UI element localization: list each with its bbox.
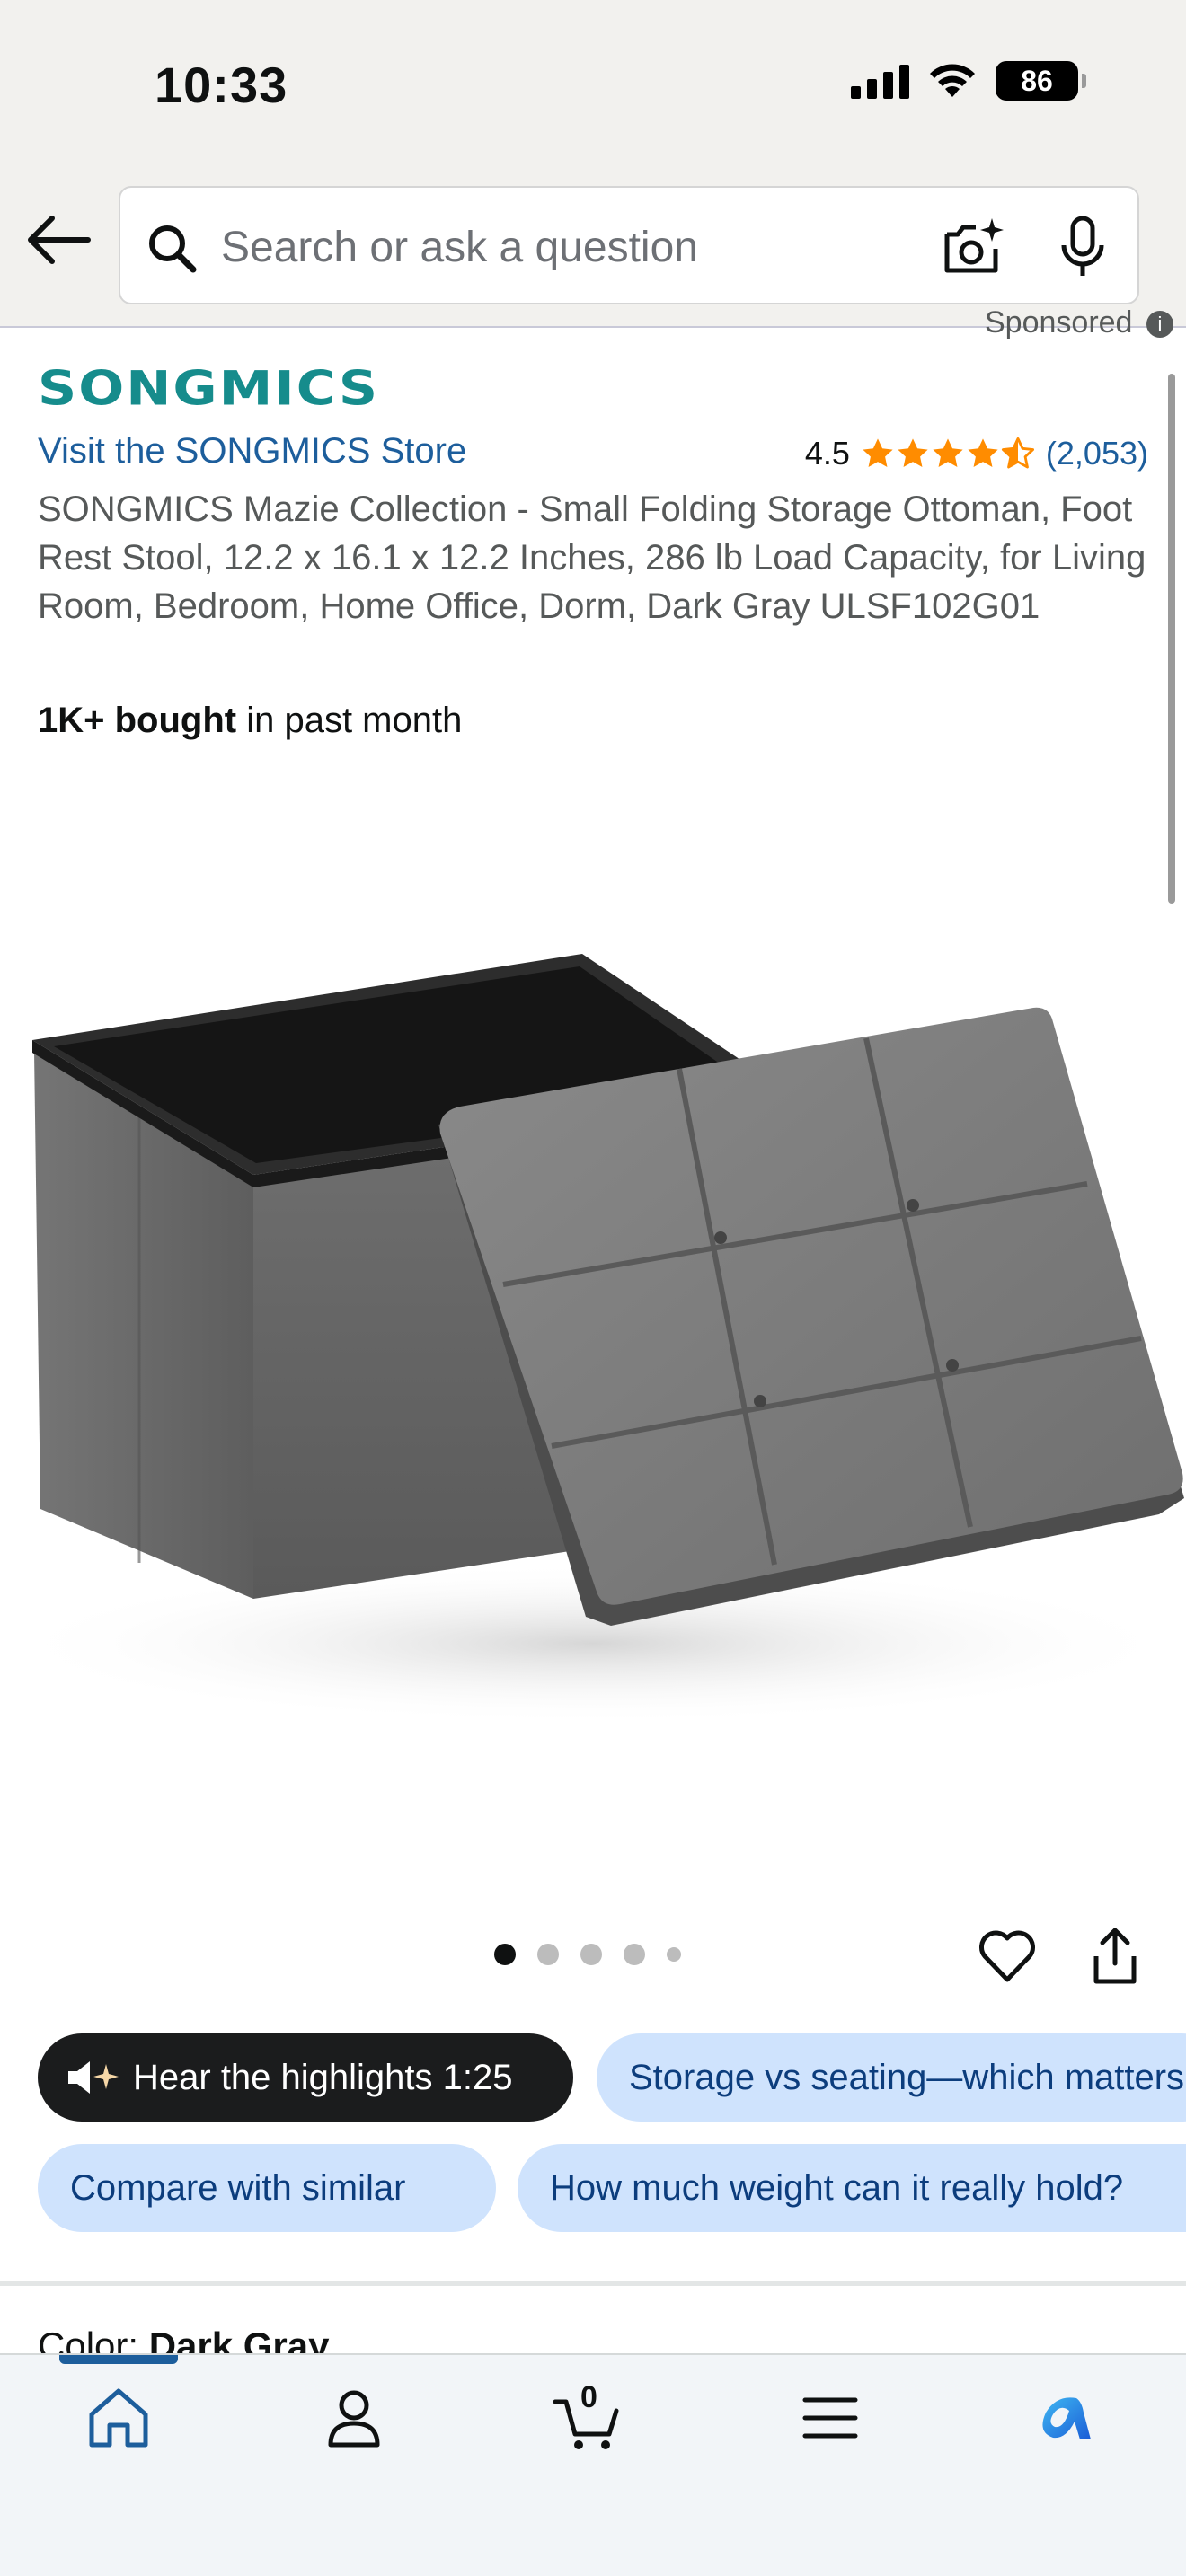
question-chip[interactable]: How much weight can it really hold? [518,2144,1186,2232]
section-divider [0,2281,1186,2286]
sponsored-label[interactable]: Sponsored i [985,305,1173,340]
carousel-dot[interactable] [494,1944,516,1965]
cart-count: 0 [580,2380,597,2414]
brand-logo[interactable]: SONGMICS [38,361,379,417]
product-page: 10:33 86 Search or ask a question Sponso… [0,0,1186,2576]
cellular-signal-icon [851,63,909,99]
visit-store-link[interactable]: Visit the SONGMICS Store [38,431,466,472]
star-full-icon [898,438,928,468]
hear-highlights-label: Hear the highlights 1:25 [133,2057,513,2097]
carousel-dot[interactable] [580,1944,602,1965]
wifi-icon [930,64,975,97]
nav-active-indicator [59,2355,178,2364]
rating-summary[interactable]: 4.5 (2,053) [805,435,1148,472]
heart-icon[interactable] [978,1928,1037,1987]
question-chip-label: How much weight can it really hold? [550,2167,1124,2208]
status-icons: 86 [851,61,1086,101]
cart-button[interactable]: 0 [552,2380,624,2454]
carousel-dot[interactable] [667,1947,681,1962]
question-chip-label: Storage vs seating—which matters [629,2057,1185,2097]
back-arrow-icon[interactable] [22,202,97,278]
star-full-icon [933,438,963,468]
search-icon [149,225,197,273]
scrollbar[interactable] [1168,374,1175,904]
carousel-dot[interactable] [537,1944,559,1965]
speaker-sparkle-icon [68,2061,119,2094]
rating-value: 4.5 [804,435,850,472]
status-bar: 10:33 86 [0,0,1186,166]
bought-count: 1K+ bought [38,701,237,740]
product-title: SONGMICS Mazie Collection - Small Foldin… [38,490,1146,626]
image-carousel-dots[interactable] [494,1944,681,1965]
star-rating [861,437,1035,471]
search-header [0,166,1186,328]
rating-count-link[interactable]: (2,053) [1046,435,1148,472]
product-image[interactable] [0,898,1186,1742]
star-half-icon [1001,437,1034,469]
home-icon[interactable] [83,2382,155,2454]
rufus-icon[interactable] [1030,2382,1102,2454]
share-icon[interactable] [1087,1926,1143,1987]
compare-similar-chip[interactable]: Compare with similar [38,2144,496,2232]
bought-period: in past month [236,701,463,740]
sponsored-text: Sponsored [985,305,1133,340]
search-input[interactable] [221,207,922,287]
hear-highlights-button[interactable]: Hear the highlights 1:25 [38,2033,573,2122]
bought-in-past-month: 1K+ bought in past month [38,701,462,741]
status-time: 10:33 [155,57,288,113]
star-full-icon [968,438,998,468]
camera-icon[interactable] [940,215,1006,281]
battery-indicator: 86 [996,61,1086,101]
search-bar[interactable] [119,186,1139,304]
info-icon: i [1146,311,1173,339]
compare-chip-label: Compare with similar [70,2167,406,2208]
menu-icon[interactable] [794,2382,866,2454]
star-full-icon [863,438,893,468]
carousel-dot[interactable] [624,1944,645,1965]
account-icon[interactable] [318,2382,390,2454]
question-chip[interactable]: Storage vs seating—which matters [597,2033,1186,2122]
mic-icon[interactable] [1049,213,1116,281]
